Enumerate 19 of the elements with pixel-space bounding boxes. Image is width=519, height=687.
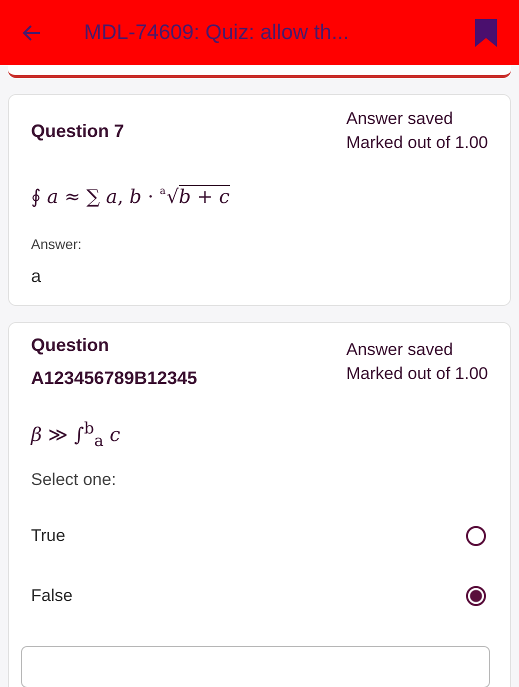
answer-label: Answer: [31,236,83,252]
answer-field[interactable]: a [31,264,488,295]
answer-status: Answer saved [346,108,454,130]
question-title: Question 7 [31,120,124,142]
outlined-button[interactable] [21,646,490,687]
question-mark: Marked out of 1.00 [346,363,488,385]
math-formula: β ≫ ∫$^{b}$$_{a}$ c [31,419,122,450]
option-label: False [31,586,73,606]
question-title: Question [31,335,110,356]
radio-button[interactable] [466,586,486,606]
option-label: True [31,526,66,546]
app-title: MDL-74609: Quiz: allow th... [84,20,350,44]
radio-button[interactable] [466,526,486,546]
bookmark-icon[interactable] [475,18,497,46]
question-id: A123456789B12345 [31,368,198,389]
answer-status: Answer saved [346,339,454,361]
math-formula: ∮ a ≈ ∑ a, b · $^{a}$√b + c [31,185,231,208]
question-mark: Marked out of 1.00 [346,132,488,154]
select-prompt: Select one: [31,470,118,490]
